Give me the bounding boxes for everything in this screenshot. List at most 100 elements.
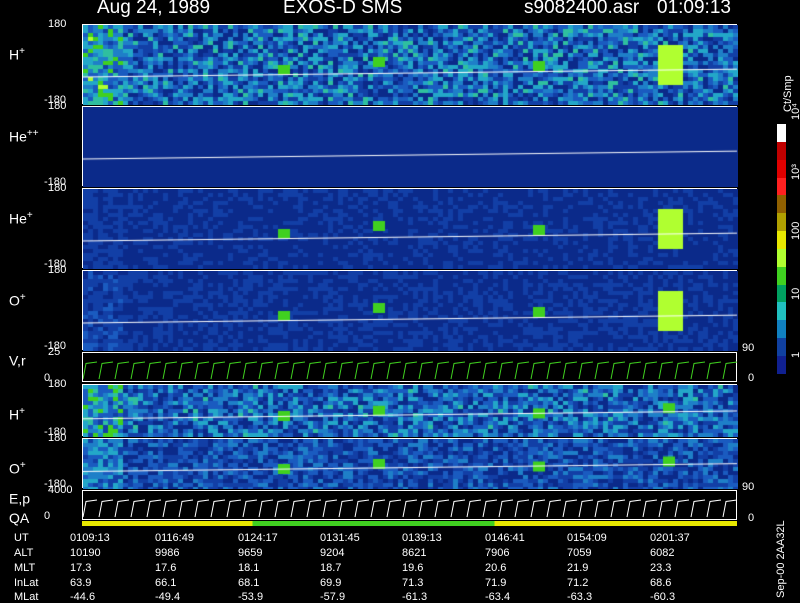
table-cell: 17.3 (70, 562, 92, 574)
panel-4 (82, 352, 738, 382)
table-cell: 0116:49 (155, 532, 194, 544)
panel-3 (82, 270, 738, 351)
colorbar-tick: 100 (790, 221, 800, 240)
table-cell: 10190 (70, 547, 101, 559)
panel-label-1: He++ (9, 128, 39, 145)
colorbar-swatch (777, 320, 786, 339)
panel-label-sup: + (19, 460, 26, 471)
table-cell: 69.9 (320, 577, 342, 589)
table-cell: 71.9 (485, 577, 507, 589)
ytick-top-7: 4000 (48, 484, 73, 496)
table-cell: 6082 (650, 547, 675, 559)
colorbar-swatch (777, 248, 786, 267)
ytick-top-4: 25 (48, 346, 61, 358)
panel-label-text: O (9, 292, 20, 309)
table-cell: 18.1 (238, 562, 260, 574)
ytick-top-3: 180 (48, 264, 67, 276)
panel-label-5: H+ (9, 406, 25, 423)
panel-1 (82, 106, 738, 187)
table-cell: 0124:17 (238, 532, 278, 544)
colorbar-swatch (777, 338, 786, 356)
instrument-title: EXOS-D SMS (283, 0, 403, 18)
spectrogram-6 (83, 439, 738, 489)
colorbar-swatch (777, 124, 786, 142)
table-cell: 8621 (402, 547, 427, 559)
table-cell: 9659 (238, 547, 263, 559)
date-title: Aug 24, 1989 (97, 0, 211, 18)
panel-label-text: V,r (9, 352, 26, 369)
panel-7 (82, 490, 738, 520)
line-plot-7 (82, 499, 738, 518)
table-row-label: InLat (14, 577, 39, 589)
table-cell: 0154:09 (567, 532, 607, 544)
colorbar-swatch (777, 141, 786, 160)
table-cell: 68.1 (238, 577, 260, 589)
ytick-top-0: 180 (48, 18, 67, 30)
panel-label-text: He (9, 210, 27, 227)
colorbar (777, 124, 786, 374)
colorbar-swatch (777, 213, 786, 232)
ytick-top-6: 180 (48, 432, 67, 444)
table-cell: 19.6 (402, 562, 424, 574)
footer-note: Sep-00 2AA32L (775, 520, 787, 598)
colorbar-tick: 1 (790, 352, 800, 358)
table-cell: 18.7 (320, 562, 342, 574)
table-cell: 21.9 (567, 562, 589, 574)
table-row-label: UT (14, 532, 29, 544)
table-cell: 9204 (320, 547, 345, 559)
panel-label-text: H (9, 46, 20, 63)
table-cell: -63.3 (567, 591, 593, 603)
table-cell: 66.1 (155, 577, 177, 589)
table-cell: -53.9 (238, 591, 264, 603)
qa-label: QA (9, 510, 30, 526)
table-cell: -57.9 (320, 591, 346, 603)
table-cell: 0139:13 (402, 532, 442, 544)
colorbar-swatch (777, 284, 786, 303)
colorbar-tick: 10⁴ (790, 103, 800, 120)
table-row-label: ALT (14, 547, 34, 559)
table-cell: 17.6 (155, 562, 177, 574)
panel-label-text: E,p (9, 490, 31, 507)
table-cell: 71.3 (402, 577, 424, 589)
ytick-top-2: 180 (48, 182, 67, 194)
panel-label-7: E,p (9, 490, 30, 507)
panel-5 (82, 384, 738, 437)
colorbar-swatch (777, 231, 786, 249)
panel-label-2: He+ (9, 210, 33, 227)
table-cell: 23.3 (650, 562, 672, 574)
ytick-top-5: 180 (48, 378, 67, 390)
ytick-bot-7: 0 (44, 510, 51, 522)
table-cell: 7059 (567, 547, 592, 559)
v-right-top: 90 (742, 342, 755, 354)
panel-label-6: O+ (9, 460, 26, 477)
panel-label-sup: + (19, 46, 25, 57)
panel-0 (82, 24, 738, 105)
table-cell: 9986 (155, 547, 180, 559)
v-right-bot: 0 (748, 372, 755, 384)
line-trace-7 (82, 499, 738, 518)
panel-label-sup: + (19, 406, 25, 417)
table-cell: 20.6 (485, 562, 507, 574)
table-cell: -63.4 (485, 591, 511, 603)
table-cell: 0201:37 (650, 532, 690, 544)
line-plot-4 (82, 361, 738, 380)
table-cell: 63.9 (70, 577, 92, 589)
table-cell: -49.4 (155, 591, 181, 603)
panel-label-text: He (9, 128, 27, 145)
panel-label-4: V,r (9, 352, 26, 369)
colorbar-tick: 10 (790, 287, 800, 300)
colorbar-swatch (777, 177, 786, 196)
table-cell: -61.3 (402, 591, 428, 603)
panel-label-0: H+ (9, 46, 25, 63)
table-cell: 71.2 (567, 577, 589, 589)
e-right-bot: 0 (748, 512, 755, 524)
colorbar-swatch (777, 355, 786, 374)
spectrogram-1 (83, 107, 738, 187)
panel-label-sup: + (19, 292, 26, 303)
table-row-label: MLat (14, 591, 39, 603)
table-cell: 7906 (485, 547, 510, 559)
table-cell: 0109:13 (70, 532, 110, 544)
colorbar-swatch (777, 195, 786, 214)
table-row-label: MLT (14, 562, 36, 574)
panel-label-text: O (9, 460, 20, 477)
